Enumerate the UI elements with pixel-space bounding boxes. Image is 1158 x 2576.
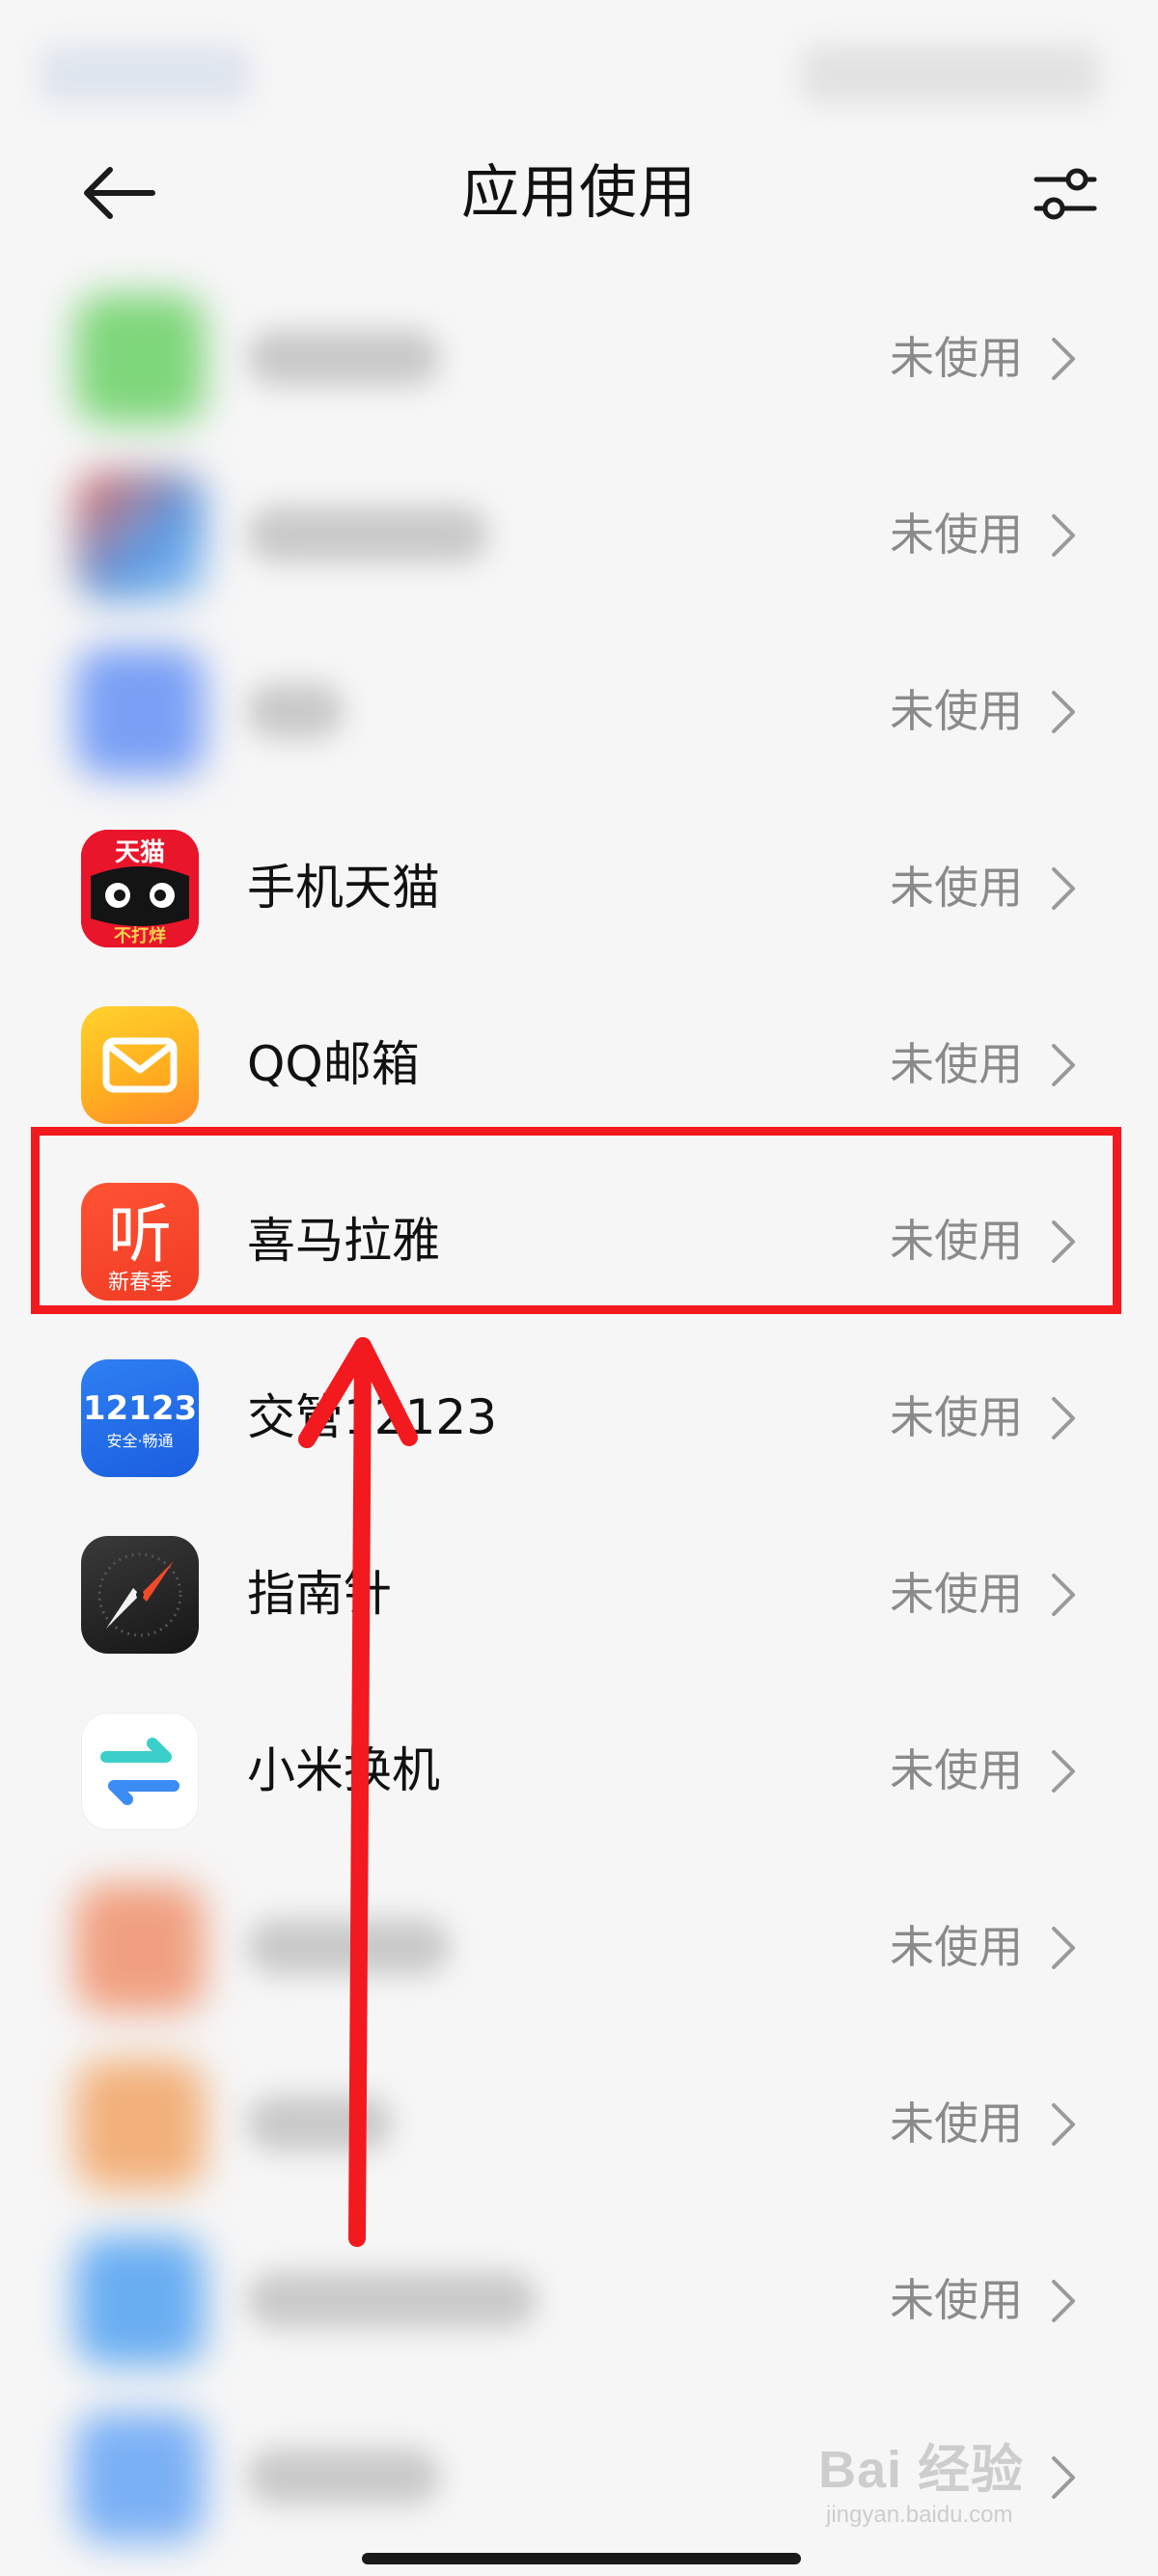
app-status: 未使用 (890, 1921, 1023, 1973)
app-row[interactable]: 未使用 (0, 1859, 1158, 2036)
filter-sliders-icon (1034, 168, 1097, 220)
highlight-box-ximalaya (31, 1127, 1121, 1314)
blurred-app-icon (74, 470, 206, 601)
app-status: 未使用 (890, 1038, 1023, 1090)
blurred-app-icon (74, 293, 206, 425)
jiaoguan-icon-slogan: 安全·畅通 (106, 1432, 173, 1450)
home-indicator[interactable] (362, 2553, 801, 2564)
app-status: 未使用 (890, 2274, 1023, 2326)
app-status: 未使用 (890, 332, 1023, 384)
chevron-right-icon (1052, 1044, 1075, 1086)
app-status: 未使用 (890, 685, 1023, 737)
blurred-app-name (247, 683, 344, 739)
chevron-right-icon (1052, 1574, 1075, 1616)
blurred-app-name (247, 2449, 440, 2505)
envelope-icon (102, 1037, 178, 1093)
app-status: 未使用 (890, 2097, 1023, 2150)
tmall-cat-face-icon: 天猫 不打烊 (81, 830, 199, 947)
blurred-app-icon (74, 2235, 206, 2367)
filter-button[interactable] (1031, 158, 1100, 228)
app-name: 小米换机 (247, 1742, 440, 1798)
blurred-app-icon (74, 1882, 206, 2014)
app-status: 未使用 (890, 1568, 1023, 1620)
chevron-right-icon (1052, 1750, 1075, 1793)
chevron-right-icon (1052, 2280, 1075, 2322)
app-status: 未使用 (890, 1744, 1023, 1796)
tmall-icon: 天猫 不打烊 (81, 830, 199, 947)
blurred-app-name (247, 2272, 537, 2328)
jiaoguan-12123-icon: 12123 安全·畅通 (81, 1359, 199, 1477)
blurred-app-name (247, 507, 488, 562)
blurred-app-icon (74, 646, 206, 778)
compass-needle-icon (97, 1552, 182, 1637)
app-row-mi-mover[interactable]: 小米换机 未使用 (0, 1683, 1158, 1859)
chevron-right-icon (1052, 2103, 1075, 2146)
mi-mover-icon (81, 1713, 199, 1830)
watermark-logo: Bai 经验 (818, 2441, 1025, 2499)
tmall-icon-top-text: 天猫 (115, 838, 165, 867)
jiaoguan-logo-icon: 12123 安全·畅通 (83, 1389, 197, 1450)
chevron-right-icon (1052, 1397, 1075, 1439)
blurred-app-icon (74, 2412, 206, 2543)
compass-icon (81, 1536, 199, 1654)
app-row[interactable]: 未使用 (0, 270, 1158, 447)
app-name: 手机天猫 (247, 860, 440, 916)
chevron-right-icon (1052, 338, 1075, 380)
blurred-app-name (247, 2096, 392, 2151)
app-row[interactable]: 未使用 (0, 623, 1158, 800)
app-row-12123[interactable]: 12123 安全·畅通 交管12123 未使用 (0, 1329, 1158, 1506)
chevron-right-icon (1052, 1927, 1075, 1969)
watermark-url: jingyan.baidu.com (826, 2502, 1013, 2528)
tmall-icon-bottom-text: 不打烊 (114, 925, 166, 946)
app-status: 未使用 (890, 508, 1023, 561)
status-bar-left-blur (39, 44, 251, 104)
app-row-tmall[interactable]: 天猫 不打烊 手机天猫 未使用 (0, 800, 1158, 976)
app-usage-list: 未使用 未使用 未使用 天猫 不打烊 手机天猫 未使用 QQ邮箱 未使用 听 新… (0, 270, 1158, 2565)
page-title: 应用使用 (461, 159, 697, 227)
blurred-app-name (247, 330, 440, 386)
qq-mail-icon (81, 1006, 199, 1124)
chevron-right-icon (1052, 691, 1075, 733)
app-name: 指南针 (247, 1566, 392, 1622)
app-status: 未使用 (890, 862, 1023, 914)
blurred-app-name (247, 1919, 450, 1975)
status-bar (0, 0, 1158, 125)
baidu-jingyan-watermark: Bai 经验 jingyan.baidu.com (818, 2439, 1098, 2545)
status-bar-right-blur (801, 44, 1100, 104)
blurred-app-icon (74, 2059, 206, 2190)
app-name: QQ邮箱 (247, 1036, 420, 1092)
app-row[interactable]: 未使用 (0, 2212, 1158, 2389)
header: 应用使用 (0, 145, 1158, 241)
app-row[interactable]: 未使用 (0, 2036, 1158, 2212)
swap-arrows-icon (100, 1738, 179, 1805)
app-row-compass[interactable]: 指南针 未使用 (0, 1506, 1158, 1683)
jiaoguan-icon-number: 12123 (83, 1389, 197, 1428)
chevron-right-icon (1052, 867, 1075, 910)
app-row[interactable]: 未使用 (0, 447, 1158, 623)
app-name: 交管12123 (247, 1389, 498, 1445)
chevron-right-icon (1052, 514, 1075, 557)
app-status: 未使用 (890, 1391, 1023, 1443)
